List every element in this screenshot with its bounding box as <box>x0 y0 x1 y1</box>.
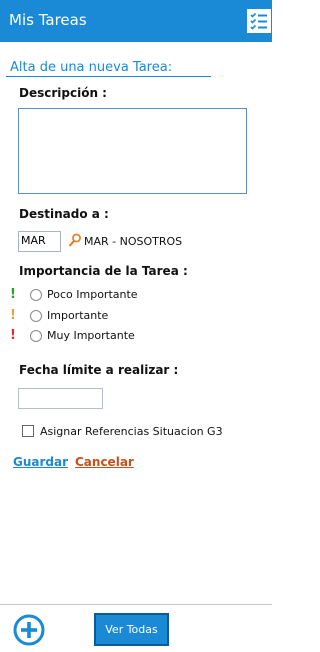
high-priority-icon: ! <box>10 328 16 343</box>
add-circle-icon[interactable] <box>13 614 45 646</box>
radio-muy-importante[interactable] <box>30 330 42 342</box>
app-header: Mis Tareas <box>0 0 272 42</box>
footer-divider <box>0 604 272 605</box>
search-icon[interactable] <box>68 232 82 248</box>
radio-importante[interactable] <box>30 310 42 322</box>
radio-label: Poco Importante <box>47 288 138 301</box>
radio-label: Importante <box>47 309 109 322</box>
guardar-link[interactable]: Guardar <box>13 455 68 469</box>
task-list-icon[interactable] <box>247 9 271 33</box>
low-priority-icon: ! <box>10 287 16 302</box>
destinado-name: MAR - NOSOTROS <box>84 235 183 248</box>
form-heading: Alta de una nueva Tarea: <box>10 60 173 75</box>
fecha-label: Fecha límite a realizar : <box>19 363 179 377</box>
importancia-label: Importancia de la Tarea : <box>19 264 188 278</box>
heading-divider <box>6 76 211 77</box>
radio-poco-importante[interactable] <box>30 289 42 301</box>
radio-label: Muy Importante <box>47 329 135 342</box>
checkbox-label: Asignar Referencias Situacion G3 <box>40 425 223 438</box>
asignar-referencias-checkbox[interactable] <box>22 425 34 437</box>
description-label: Descripción : <box>19 86 107 100</box>
medium-priority-icon: ! <box>10 308 16 323</box>
destinado-label: Destinado a : <box>19 207 109 221</box>
cancelar-link[interactable]: Cancelar <box>75 455 134 469</box>
fecha-input[interactable] <box>18 388 103 409</box>
description-textarea[interactable] <box>18 108 247 194</box>
ver-todas-button[interactable]: Ver Todas <box>94 613 169 646</box>
destinado-code-input[interactable]: MAR <box>18 231 61 252</box>
page-title: Mis Tareas <box>9 11 87 29</box>
